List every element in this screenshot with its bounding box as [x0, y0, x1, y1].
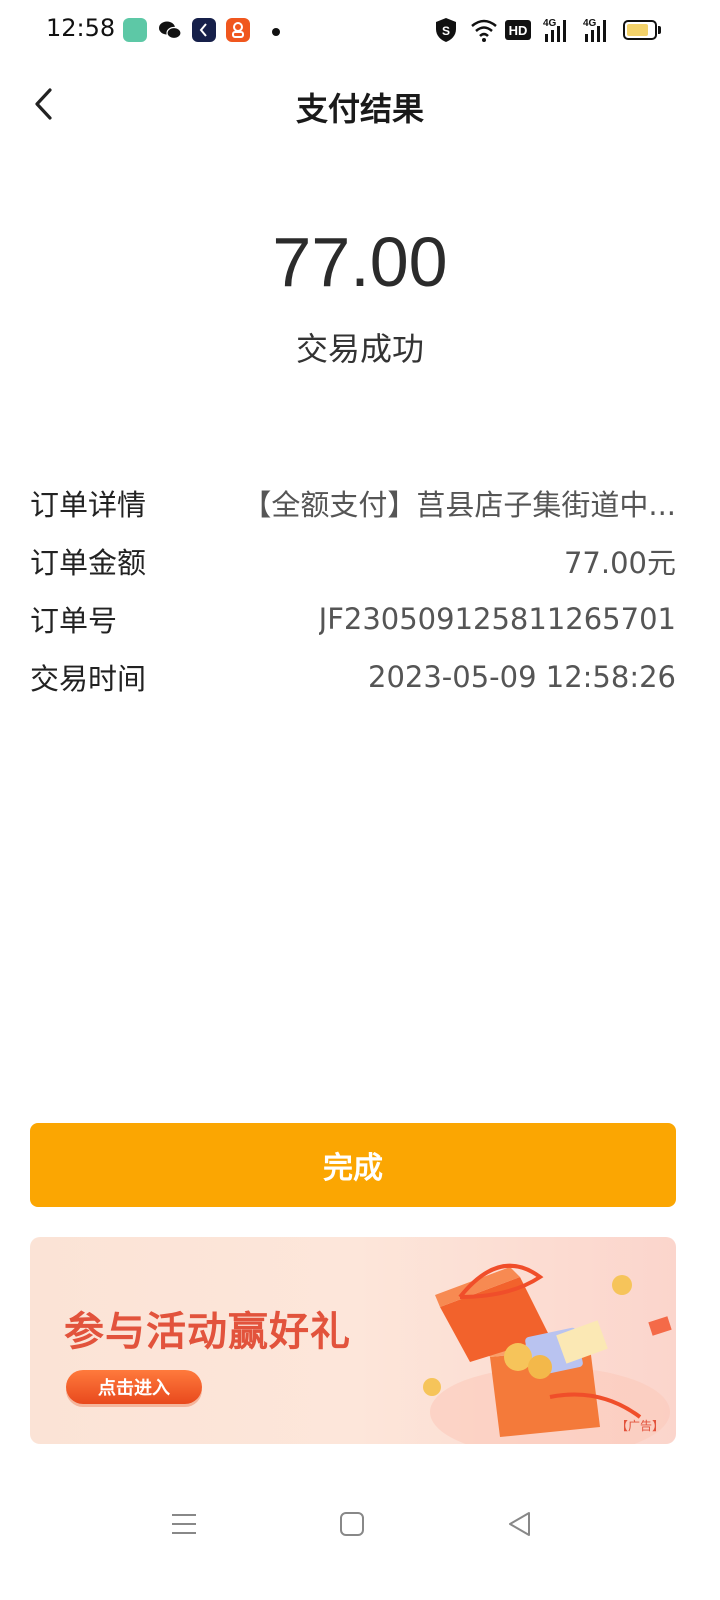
- signal-4g-icon: 4G: [583, 16, 615, 48]
- home-icon: [340, 1512, 364, 1536]
- app-dark-icon: [192, 18, 216, 42]
- wechat-icon: [158, 18, 182, 42]
- ad-tag: 【广告】: [615, 1419, 664, 1433]
- app-green-icon: [123, 18, 147, 42]
- status-time: 12:58: [46, 14, 116, 42]
- menu-icon: [172, 1514, 196, 1534]
- app-orange-icon: [226, 18, 250, 42]
- detail-label: 交易时间: [30, 662, 147, 696]
- back-triangle-icon: [509, 1512, 530, 1536]
- detail-row-order-number: 订单号 JF230509125811265701: [30, 590, 676, 648]
- battery-icon: [623, 20, 657, 40]
- page-title: 支付结果: [295, 90, 424, 128]
- svg-text:S: S: [442, 24, 450, 38]
- navigation-bar: [0, 1490, 720, 1560]
- detail-row-transaction-time: 交易时间 2023-05-09 12:58:26: [30, 648, 676, 706]
- notification-dot-icon: [272, 28, 280, 36]
- ad-banner[interactable]: 参与活动赢好礼 点击进入 【广告】: [30, 1237, 676, 1444]
- svg-text:4G: 4G: [543, 18, 557, 29]
- gift-box-icon: [423, 1263, 672, 1444]
- svg-text:4G: 4G: [583, 18, 597, 29]
- battery-tip: [658, 26, 661, 34]
- detail-row-order-info: 订单详情 【全额支付】莒县店子集街道中...: [30, 474, 676, 532]
- hd-icon: HD: [505, 20, 531, 40]
- detail-row-order-amount: 订单金额 77.00元: [30, 532, 676, 590]
- ad-cta-button[interactable]: 点击进入: [66, 1370, 202, 1404]
- done-button[interactable]: 完成: [30, 1123, 676, 1207]
- detail-label: 订单金额: [30, 546, 147, 580]
- detail-value: 2023-05-09 12:58:26: [368, 660, 676, 694]
- detail-value: 77.00元: [563, 546, 676, 580]
- payment-amount: 77.00: [272, 223, 448, 301]
- menu-button[interactable]: [162, 1502, 206, 1546]
- vpn-shield-icon: S: [434, 16, 458, 48]
- order-details: 订单详情 【全额支付】莒县店子集街道中... 订单金额 77.00元 订单号 J…: [30, 474, 676, 706]
- wifi-icon: [470, 18, 498, 46]
- signal-4g-icon: 4G: [543, 16, 575, 48]
- back-nav-button[interactable]: [498, 1502, 542, 1546]
- detail-label: 订单详情: [30, 488, 147, 522]
- home-button[interactable]: [330, 1502, 374, 1546]
- detail-label: 订单号: [30, 604, 118, 638]
- transaction-status: 交易成功: [295, 330, 424, 368]
- ad-title: 参与活动赢好礼: [64, 1309, 351, 1355]
- detail-value: JF230509125811265701: [318, 602, 676, 636]
- detail-value: 【全额支付】莒县店子集街道中...: [242, 488, 676, 522]
- status-bar: 12:58 S HD 4G 4G: [0, 0, 720, 64]
